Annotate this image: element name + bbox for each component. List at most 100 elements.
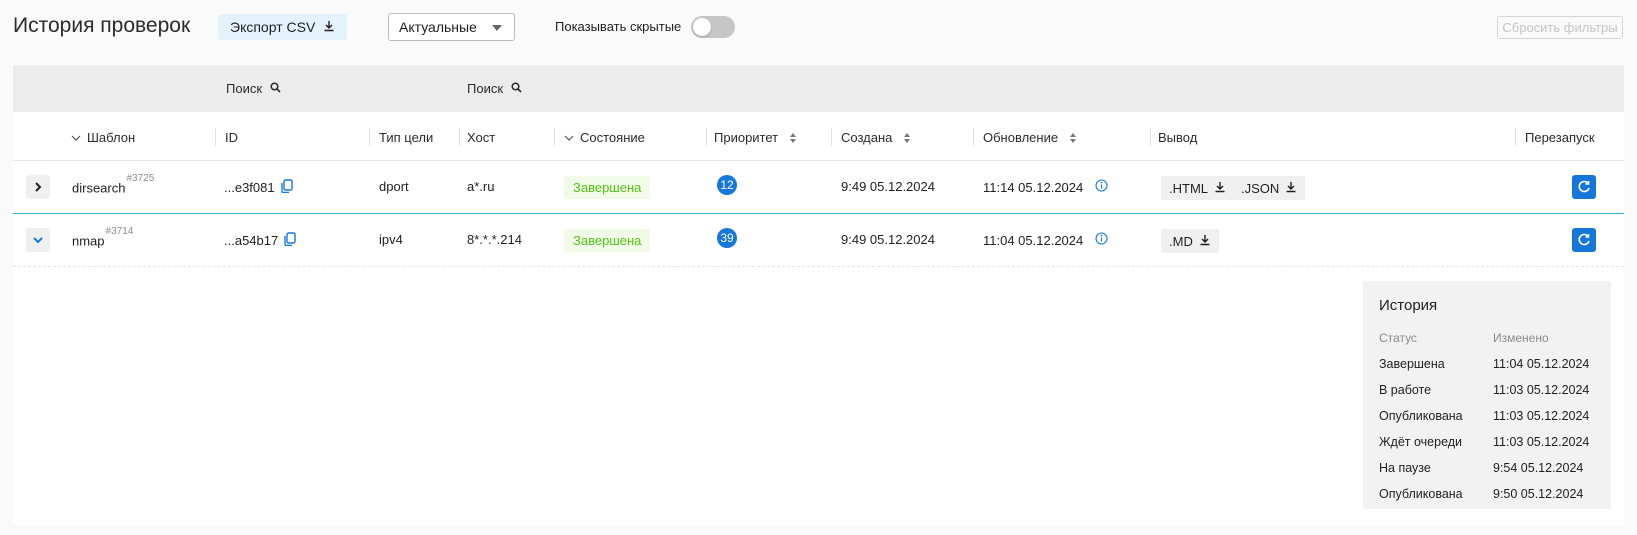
target-type-cell: dport <box>379 179 409 194</box>
history-status: Опубликована <box>1379 487 1463 501</box>
history-title: История <box>1379 297 1438 314</box>
column-created-label: Создана <box>841 130 893 145</box>
table-row[interactable]: nmap#3714 ...a54b17 ipv4 8*.*.*.214 Заве… <box>13 214 1624 267</box>
column-divider <box>973 128 974 146</box>
column-divider <box>831 128 832 146</box>
rerun-button[interactable] <box>1572 228 1596 252</box>
history-status: На паузе <box>1379 461 1431 475</box>
refresh-icon <box>1578 180 1590 193</box>
column-updated[interactable]: Обновление <box>983 130 1077 145</box>
refresh-icon <box>1578 233 1590 246</box>
show-hidden-toggle[interactable] <box>691 16 735 38</box>
host-search-filter[interactable]: Поиск <box>467 81 522 96</box>
history-panel: История Статус Изменено Завершена 11:04 … <box>1363 281 1611 509</box>
status-filter-select[interactable]: Актуальные <box>388 13 515 41</box>
column-id-label: ID <box>225 130 238 145</box>
template-number: #3714 <box>105 226 134 237</box>
history-status: Ждёт очереди <box>1379 435 1463 449</box>
column-divider <box>215 128 216 146</box>
status-badge: Завершена <box>564 229 651 252</box>
info-icon[interactable] <box>1095 232 1108 248</box>
updated-time: 11:04 05.12.2024 <box>983 232 1084 248</box>
id-search-label: Поиск <box>226 81 263 96</box>
history-changed: 11:03 05.12.2024 <box>1493 435 1590 449</box>
status-filter-value: Актуальные <box>399 19 477 35</box>
history-status: В работе <box>1379 383 1432 397</box>
column-priority-label: Приоритет <box>714 130 779 145</box>
export-csv-button[interactable]: Экспорт CSV <box>218 14 348 40</box>
status-badge: Завершена <box>564 176 651 199</box>
column-output: Вывод <box>1158 130 1197 145</box>
sort-icon <box>790 132 797 143</box>
history-changed: 11:03 05.12.2024 <box>1493 409 1590 423</box>
column-divider <box>369 128 370 146</box>
reset-filters-button[interactable]: Сбросить фильтры <box>1497 16 1623 39</box>
created-cell: 9:49 05.12.2024 <box>841 232 935 247</box>
download-json-button[interactable]: .JSON <box>1233 176 1306 200</box>
check-id: ...e3f081 <box>224 180 275 195</box>
target-type-cell: ipv4 <box>379 232 403 247</box>
show-hidden-label: Показывать скрытые <box>555 19 682 34</box>
copy-icon[interactable] <box>280 179 293 196</box>
column-divider <box>1515 128 1516 146</box>
download-icon <box>323 19 335 35</box>
template-number: #3725 <box>126 173 155 184</box>
column-updated-label: Обновление <box>983 130 1059 145</box>
id-cell: ...a54b17 <box>224 232 296 249</box>
sort-icon <box>904 132 911 143</box>
download-md-button[interactable]: .MD <box>1161 229 1219 253</box>
download-json-label: .JSON <box>1241 180 1280 196</box>
column-host: Хост <box>467 130 495 145</box>
collapse-row-button[interactable] <box>26 228 50 252</box>
check-id: ...a54b17 <box>224 233 279 248</box>
column-state-label: Состояние <box>580 130 645 145</box>
toggle-knob <box>693 18 711 36</box>
top-bar: История проверок Экспорт CSV Актуальные … <box>0 0 1637 56</box>
column-divider <box>459 128 460 146</box>
column-id: ID <box>225 130 238 145</box>
chevron-down-icon <box>33 237 43 244</box>
info-icon[interactable] <box>1095 179 1108 195</box>
column-created[interactable]: Создана <box>841 130 911 145</box>
updated-cell: 11:04 05.12.2024 <box>983 232 1108 248</box>
history-status-header: Статус <box>1379 331 1417 345</box>
filters-row: Поиск Поиск <box>13 65 1624 112</box>
search-icon <box>270 81 281 96</box>
column-target-type-label: Тип цели <box>379 130 434 145</box>
column-template[interactable]: Шаблон <box>71 130 135 145</box>
column-target-type: Тип цели <box>379 130 433 145</box>
column-state[interactable]: Состояние <box>564 130 645 145</box>
search-icon <box>511 81 522 96</box>
priority-badge: 12 <box>717 175 737 195</box>
copy-icon[interactable] <box>284 232 296 249</box>
table-row[interactable]: dirsearch#3725 ...e3f081 dport a*.ru Зав… <box>13 161 1624 214</box>
priority-badge: 39 <box>717 228 737 248</box>
template-cell: nmap#3714 <box>72 226 133 249</box>
column-rerun: Перезапуск <box>1525 130 1595 145</box>
download-icon <box>1285 181 1297 196</box>
export-csv-label: Экспорт CSV <box>230 19 316 35</box>
chevron-right-icon <box>35 182 42 192</box>
history-changed: 11:04 05.12.2024 <box>1493 357 1590 371</box>
template-cell: dirsearch#3725 <box>72 173 154 195</box>
download-html-button[interactable]: .HTML <box>1161 176 1234 200</box>
host-cell: a*.ru <box>467 179 495 194</box>
download-html-label: .HTML <box>1169 180 1208 196</box>
template-name: nmap <box>72 233 105 249</box>
download-icon <box>1214 181 1226 196</box>
created-cell: 9:49 05.12.2024 <box>841 179 935 194</box>
expand-row-button[interactable] <box>26 175 50 199</box>
host-cell: 8*.*.*.214 <box>467 232 522 247</box>
column-priority[interactable]: Приоритет <box>714 130 797 145</box>
page-title: История проверок <box>13 14 191 37</box>
chevron-down-icon <box>71 130 81 145</box>
sort-icon <box>1070 132 1077 143</box>
history-status: Опубликована <box>1379 409 1463 423</box>
id-search-filter[interactable]: Поиск <box>226 81 281 96</box>
caret-down-icon <box>492 25 502 31</box>
host-search-label: Поиск <box>467 81 504 96</box>
rerun-button[interactable] <box>1572 175 1596 199</box>
history-changed: 11:03 05.12.2024 <box>1493 383 1590 397</box>
chevron-down-icon <box>564 130 574 145</box>
id-cell: ...e3f081 <box>224 179 293 196</box>
